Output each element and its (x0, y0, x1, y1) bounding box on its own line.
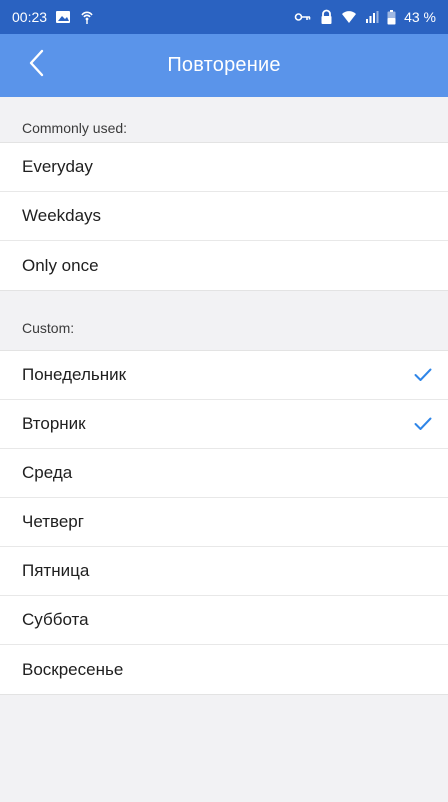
checkmark-icon (412, 364, 434, 386)
checkmark-icon (412, 413, 434, 435)
content: Commonly used: Everyday Weekdays Only on… (0, 97, 448, 802)
list-item-label: Вторник (22, 414, 86, 433)
list-item-thursday[interactable]: Четверг (0, 498, 448, 547)
list-item-label: Понедельник (22, 365, 127, 384)
app-bar: Повторение (0, 34, 448, 97)
wifi-tether-icon (79, 9, 95, 25)
list-item-label: Пятница (22, 561, 90, 580)
key-icon (294, 11, 312, 23)
list-item-sunday[interactable]: Воскресенье (0, 645, 448, 694)
list-item-friday[interactable]: Пятница (0, 547, 448, 596)
list-custom: Понедельник Вторник Среда Четверг Пятниц… (0, 350, 448, 695)
list-item-weekdays[interactable]: Weekdays (0, 192, 448, 241)
chevron-left-icon (28, 49, 44, 82)
signal-icon (365, 10, 379, 24)
list-item-everyday[interactable]: Everyday (0, 143, 448, 192)
list-item-wednesday[interactable]: Среда (0, 449, 448, 498)
list-item-label: Среда (22, 463, 73, 482)
status-bar: 00:23 43 % (0, 0, 448, 34)
list-item-label: Everyday (22, 157, 93, 176)
list-item-label: Воскресенье (22, 659, 124, 679)
image-icon (55, 10, 71, 24)
list-item-label: Суббота (22, 610, 89, 629)
status-bar-right: 43 % (294, 9, 436, 25)
section-header-custom: Custom: (22, 320, 75, 336)
list-item-label: Четверг (22, 512, 84, 531)
battery-icon (387, 9, 396, 25)
list-item-tuesday[interactable]: Вторник (0, 400, 448, 449)
status-bar-left: 00:23 (12, 9, 95, 25)
lock-icon (320, 9, 333, 25)
list-item-label: Only once (22, 255, 99, 275)
back-button[interactable] (14, 34, 58, 97)
list-item-label: Weekdays (22, 206, 102, 225)
status-time: 00:23 (12, 9, 48, 25)
wifi-icon (341, 10, 357, 24)
battery-percent: 43 % (404, 9, 436, 25)
list-item-only-once[interactable]: Only once (0, 241, 448, 290)
list-item-saturday[interactable]: Суббота (0, 596, 448, 645)
section-header-common: Commonly used: (22, 120, 128, 136)
list-item-monday[interactable]: Понедельник (0, 351, 448, 400)
page-title: Повторение (167, 54, 281, 76)
list-common: Everyday Weekdays Only once (0, 142, 448, 291)
